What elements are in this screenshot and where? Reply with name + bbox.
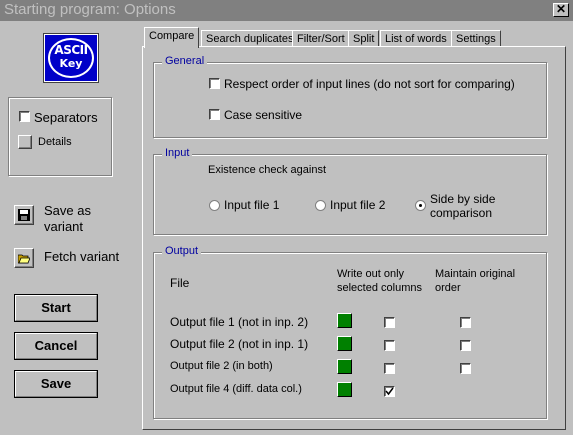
details-button[interactable] <box>18 135 32 149</box>
output-file-2-button[interactable] <box>337 336 352 351</box>
tab-compare[interactable]: Compare <box>144 27 200 48</box>
fetch-variant-label: Fetch variant <box>44 249 120 264</box>
output-file-1-button[interactable] <box>337 313 352 328</box>
floppy-disk-icon <box>18 209 30 221</box>
output-row-label: Output file 1 (not in inp. 2) <box>170 315 309 329</box>
save-variant-label-1: Save as <box>44 203 91 218</box>
output-row-label: Output file 2 (not in inp. 1) <box>170 337 309 351</box>
cancel-label: Cancel <box>34 338 78 353</box>
tab-filter-sort[interactable]: Filter/Sort <box>292 30 350 47</box>
logo-line-1: ASCII <box>54 43 88 57</box>
radio-input-file-1[interactable] <box>209 200 220 211</box>
output-row-label: Output file 2 (in both) <box>170 360 273 372</box>
maintain-order-checkbox-3[interactable] <box>460 363 471 374</box>
start-button[interactable]: Start <box>14 294 98 322</box>
close-button[interactable]: ✕ <box>553 3 569 17</box>
ascii-key-logo: ASCII Key <box>43 33 99 83</box>
radio-side-by-side-label-2: comparison <box>430 206 493 220</box>
write-selected-checkbox-4[interactable] <box>384 386 395 397</box>
output-row-label: Output file 4 (diff. data col.) <box>170 383 302 395</box>
general-group: General <box>153 55 547 138</box>
general-legend: General <box>162 55 208 67</box>
separators-label: Separators <box>34 110 98 125</box>
cancel-button[interactable]: Cancel <box>14 332 98 360</box>
save-variant-button[interactable] <box>14 205 34 225</box>
write-selected-checkbox-2[interactable] <box>384 340 395 351</box>
open-folder-icon <box>18 254 30 264</box>
maintain-order-checkbox-2[interactable] <box>460 340 471 351</box>
radio-input-file-2-label: Input file 2 <box>330 198 386 212</box>
case-sensitive-label: Case sensitive <box>224 108 303 122</box>
save-variant-label-2: variant <box>44 219 84 234</box>
col-maintain-header-2: order <box>435 282 461 294</box>
existence-check-label: Existence check against <box>208 164 327 176</box>
checkmark-icon <box>385 387 394 396</box>
output-file-4-button[interactable] <box>337 382 352 397</box>
write-selected-checkbox-1[interactable] <box>384 317 395 328</box>
case-sensitive-checkbox[interactable] <box>209 109 220 120</box>
radio-side-by-side[interactable] <box>415 200 426 211</box>
input-legend: Input <box>162 147 193 159</box>
col-write-header-1: Write out only <box>337 268 405 280</box>
col-file-header: File <box>170 276 190 290</box>
save-button[interactable]: Save <box>14 370 98 398</box>
respect-order-label: Respect order of input lines (do not sor… <box>224 77 515 91</box>
close-icon: ✕ <box>555 2 567 16</box>
separators-checkbox[interactable] <box>19 111 30 122</box>
maintain-order-checkbox-1[interactable] <box>460 317 471 328</box>
radio-input-file-2[interactable] <box>315 200 326 211</box>
save-label: Save <box>40 376 72 391</box>
radio-side-by-side-label-1: Side by side <box>430 192 496 206</box>
logo-line-2: Key <box>59 57 83 70</box>
tab-split[interactable]: Split <box>348 30 380 47</box>
title-bar: Starting program: Options ✕ <box>0 0 573 21</box>
col-write-header-2: selected columns <box>337 282 422 294</box>
tab-search-duplicates[interactable]: Search duplicates <box>201 30 299 47</box>
window-title: Starting program: Options <box>4 1 176 18</box>
details-label: Details <box>38 136 72 148</box>
radio-input-file-1-label: Input file 1 <box>224 198 280 212</box>
respect-order-checkbox[interactable] <box>209 78 220 89</box>
fetch-variant-button[interactable] <box>14 248 34 268</box>
output-legend: Output <box>162 245 202 257</box>
col-maintain-header-1: Maintain original <box>435 268 516 280</box>
write-selected-checkbox-3[interactable] <box>384 363 395 374</box>
output-file-3-button[interactable] <box>337 359 352 374</box>
tab-settings[interactable]: Settings <box>451 30 501 47</box>
tab-list-of-words[interactable]: List of words <box>380 30 452 47</box>
start-label: Start <box>41 300 71 315</box>
